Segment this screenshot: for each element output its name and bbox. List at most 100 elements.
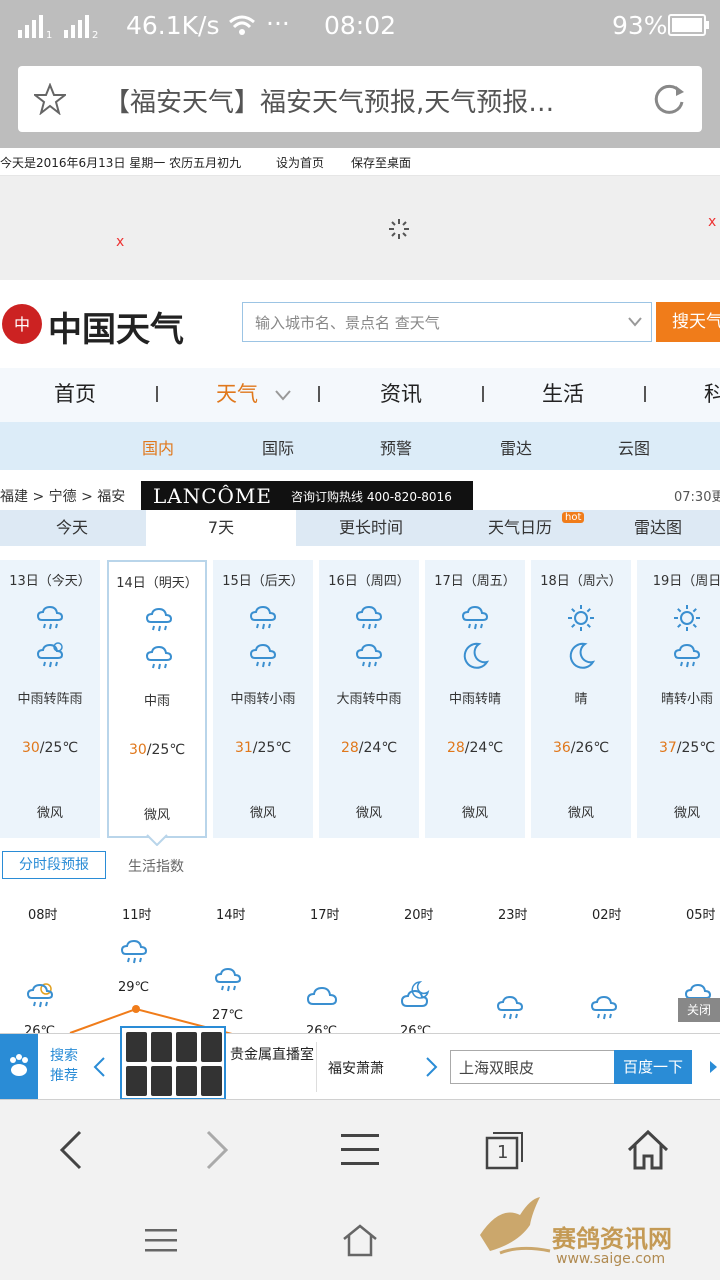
ad-area: x x: [0, 176, 720, 280]
temp-high: 37: [658, 740, 677, 756]
day-temp: 30/25℃: [0, 740, 100, 756]
hour-label: 08时: [28, 908, 58, 923]
hour-label: 23时: [498, 908, 528, 923]
temperature-line: [69, 1005, 233, 1035]
system-menu-icon[interactable]: [144, 1227, 178, 1253]
face-thumb: [201, 1066, 222, 1096]
day-card[interactable]: 16日（周四） 大雨转中雨 28/24℃ 微风: [319, 560, 419, 838]
watermark-url: www.saige.com: [556, 1251, 666, 1267]
nav-home[interactable]: 首页: [54, 378, 96, 408]
day-card[interactable]: 13日（今天） 中雨转阵雨 30/25℃ 微风: [0, 560, 100, 838]
caret-right-icon[interactable]: [708, 1060, 718, 1074]
day-wind: 微风: [143, 808, 170, 823]
watermark-site-name: 赛鸽资讯网: [552, 1225, 672, 1253]
update-time: 07:30更: [674, 490, 720, 505]
refresh-icon[interactable]: [652, 82, 686, 116]
search-placeholder: 输入城市名、景点名 查天气: [255, 314, 440, 332]
system-home-icon[interactable]: [342, 1223, 378, 1257]
back-icon[interactable]: [56, 1128, 86, 1172]
recommend-item-1[interactable]: 贵金属直播室: [230, 1044, 316, 1066]
baidu-recommend-bar: 搜索推荐 贵金属直播室 福安萧萧 上海双眼皮 百度一下: [0, 1026, 720, 1100]
nav-life[interactable]: 生活: [542, 378, 584, 408]
more-dots: ···: [266, 9, 290, 38]
forward-icon[interactable]: [202, 1128, 232, 1172]
svg-text:2: 2: [92, 30, 98, 40]
day-desc: 晴: [574, 692, 588, 707]
day-wind: 微风: [249, 806, 276, 821]
star-icon[interactable]: [34, 83, 66, 115]
live-room-thumb[interactable]: [120, 1026, 226, 1100]
set-homepage-link[interactable]: 设为首页: [276, 154, 324, 171]
tab-life-index[interactable]: 生活指数: [128, 856, 184, 876]
baidu-logo[interactable]: [0, 1034, 38, 1100]
baidu-search-button[interactable]: 百度一下: [614, 1050, 692, 1084]
day-icon-top: [143, 604, 175, 636]
address-box[interactable]: 【福安天气】福安天气预报,天气预报…: [18, 66, 702, 132]
chevron-down-icon[interactable]: [274, 388, 292, 402]
subnav-radar[interactable]: 雷达: [500, 435, 532, 459]
chevron-left-icon[interactable]: [92, 1056, 106, 1078]
subnav-international[interactable]: 国际: [262, 435, 294, 459]
day-card[interactable]: 19日（周日 晴转小雨 37/25℃ 微风: [637, 560, 720, 838]
tab-longer[interactable]: 更长时间: [298, 510, 444, 546]
site-logo[interactable]: 中国天气: [48, 302, 184, 351]
rain-icon: [355, 643, 383, 668]
chevron-down-icon[interactable]: [627, 315, 643, 329]
tab-7days[interactable]: 7天: [146, 510, 296, 546]
day-card[interactable]: 18日（周六） 晴 36/26℃ 微风: [531, 560, 631, 838]
hot-badge: hot: [562, 512, 585, 523]
ad-close-right[interactable]: x: [708, 214, 716, 230]
tab-radar[interactable]: 雷达图: [596, 510, 720, 546]
hour-label: 20时: [404, 908, 434, 923]
tabs-button[interactable]: 1: [484, 1130, 524, 1170]
day-wind: 微风: [461, 806, 488, 821]
divider: [316, 1042, 317, 1092]
ad-close-left[interactable]: x: [116, 234, 124, 250]
tab-hourly[interactable]: 分时段预报: [2, 851, 106, 879]
nav-weather[interactable]: 天气: [216, 378, 258, 408]
face-thumb: [151, 1066, 172, 1096]
web-page: 今天是2016年6月13日 星期一 农历五月初九 设为首页 保存至桌面 x x …: [0, 148, 720, 1098]
recommend-item-2[interactable]: 福安萧萧: [328, 1058, 384, 1078]
nav-divider: [644, 386, 646, 402]
breadcrumb[interactable]: 福建 > 宁德 > 福安: [0, 486, 125, 506]
city-search-input[interactable]: 输入城市名、景点名 查天气: [242, 302, 652, 342]
lancome-ad-banner[interactable]: LANCÔME 咨询订购热线 400-820-8016: [141, 481, 473, 511]
face-thumb: [126, 1032, 147, 1062]
net-speed: 46.1K/s: [126, 11, 220, 40]
rain-icon: [145, 645, 173, 670]
browser-url-bar: 【福安天气】福安天气预报,天气预报…: [0, 52, 720, 148]
subnav-domestic[interactable]: 国内: [142, 435, 174, 459]
day-date: 15日（后天）: [222, 574, 304, 589]
day-date: 16日（周四）: [328, 574, 410, 589]
home-icon[interactable]: [626, 1128, 670, 1172]
subnav-cloud-map[interactable]: 云图: [618, 435, 650, 459]
hour-label: 05时: [686, 908, 716, 923]
day-icon-top: [353, 602, 385, 634]
day-icon-bottom: [671, 640, 703, 672]
tab-today[interactable]: 今天: [0, 510, 144, 546]
subnav-warning[interactable]: 预警: [380, 435, 412, 459]
svg-text:中: 中: [14, 315, 30, 334]
face-thumb: [126, 1066, 147, 1096]
menu-icon[interactable]: [340, 1132, 380, 1168]
baidu-search-input[interactable]: 上海双眼皮: [450, 1050, 616, 1084]
day-icon-top: [34, 602, 66, 634]
save-desktop-link[interactable]: 保存至桌面: [351, 154, 411, 171]
day-desc: 中雨转小雨: [230, 692, 296, 707]
temp-low: /24℃: [358, 740, 398, 756]
day-desc: 中雨转晴: [448, 692, 501, 707]
chevron-right-icon[interactable]: [424, 1056, 438, 1078]
hour-label: 17时: [310, 908, 340, 923]
day-card[interactable]: 15日（后天） 中雨转小雨 31/25℃ 微风: [213, 560, 313, 838]
face-thumb: [176, 1032, 197, 1062]
search-weather-button[interactable]: 搜天气: [656, 302, 720, 342]
day-icon-bottom: [143, 642, 175, 674]
battery-percent: 93%: [612, 11, 668, 40]
day-card[interactable]: 17日（周五） 中雨转晴 28/24℃ 微风: [425, 560, 525, 838]
nav-science[interactable]: 科: [704, 378, 720, 408]
ad-brand: LANCÔME: [153, 484, 273, 508]
nav-news[interactable]: 资讯: [380, 378, 422, 408]
close-popup-button[interactable]: 关闭: [678, 998, 720, 1022]
day-card[interactable]: 14日（明天） 中雨 30/25℃ 微风: [107, 560, 207, 838]
